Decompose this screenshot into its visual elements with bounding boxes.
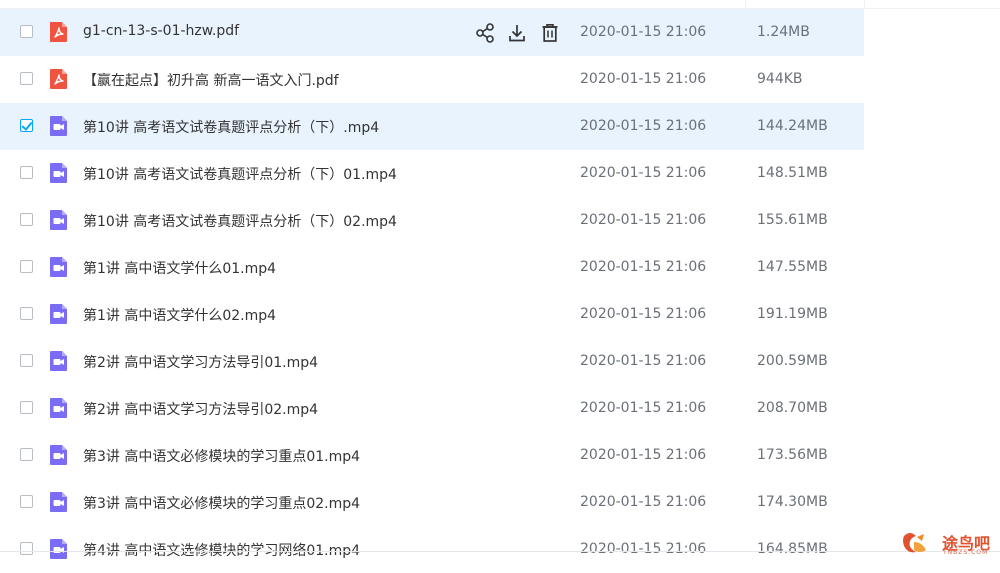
video-file-icon [49, 350, 69, 372]
file-modified-date: 2020-01-15 21:06 [580, 494, 707, 510]
video-file-icon [49, 209, 69, 231]
share-icon[interactable] [474, 22, 496, 44]
file-name[interactable]: 第1讲 高中语文学什么02.mp4 [83, 305, 276, 325]
file-row[interactable]: 第10讲 高考语文试卷真题评点分析（下）.mp4 2020-01-15 21:06… [0, 103, 864, 150]
file-name[interactable]: 第3讲 高中语文必修模块的学习重点02.mp4 [83, 493, 360, 513]
video-file-icon [49, 397, 69, 419]
video-file-icon [49, 303, 69, 325]
file-modified-date: 2020-01-15 21:06 [580, 24, 707, 40]
row-checkbox[interactable] [20, 119, 33, 132]
row-actions [474, 22, 564, 44]
file-size: 174.30MB [757, 494, 828, 510]
file-size: 144.24MB [757, 118, 828, 134]
file-size: 147.55MB [757, 259, 828, 275]
column-divider [745, 0, 746, 8]
file-modified-date: 2020-01-15 21:06 [580, 353, 707, 369]
row-checkbox[interactable] [20, 166, 33, 179]
file-row[interactable]: 第4讲 高中语文选修模块的学习网络01.mp4 2020-01-15 21:06 1… [0, 526, 864, 573]
pdf-file-icon [49, 21, 69, 43]
file-name[interactable]: 第2讲 高中语文学习方法导引01.mp4 [83, 352, 318, 372]
file-modified-date: 2020-01-15 21:06 [580, 447, 707, 463]
file-row[interactable]: g1-cn-13-s-01-hzw.pdf 2020-01-15 21:06 1.2… [0, 9, 864, 56]
video-file-icon [49, 538, 69, 560]
file-name[interactable]: 第10讲 高考语文试卷真题评点分析（下）01.mp4 [83, 164, 397, 184]
file-size: 173.56MB [757, 447, 828, 463]
file-name[interactable]: 第10讲 高考语文试卷真题评点分析（下）02.mp4 [83, 211, 397, 231]
row-checkbox[interactable] [20, 448, 33, 461]
file-modified-date: 2020-01-15 21:06 [580, 212, 707, 228]
file-name[interactable]: 第3讲 高中语文必修模块的学习重点01.mp4 [83, 446, 360, 466]
watermark-logo: 途鸟吧 TNBZS.COM [900, 528, 996, 558]
row-checkbox[interactable] [20, 542, 33, 555]
video-file-icon [49, 162, 69, 184]
file-size: 208.70MB [757, 400, 828, 416]
file-size: 164.85MB [757, 541, 828, 557]
file-modified-date: 2020-01-15 21:06 [580, 71, 707, 87]
file-modified-date: 2020-01-15 21:06 [580, 400, 707, 416]
file-size: 191.19MB [757, 306, 828, 322]
file-name[interactable]: 第2讲 高中语文学习方法导引02.mp4 [83, 399, 318, 419]
file-row[interactable]: 第1讲 高中语文学什么02.mp4 2020-01-15 21:06 191.19M… [0, 291, 864, 338]
file-size: 944KB [757, 71, 803, 87]
row-checkbox[interactable] [20, 401, 33, 414]
pdf-file-icon [49, 68, 69, 90]
watermark-bird-icon [903, 533, 926, 553]
video-file-icon [49, 256, 69, 278]
file-modified-date: 2020-01-15 21:06 [580, 306, 707, 322]
video-file-icon [49, 444, 69, 466]
file-name[interactable]: 第1讲 高中语文学什么01.mp4 [83, 258, 276, 278]
file-modified-date: 2020-01-15 21:06 [580, 541, 707, 557]
row-checkbox[interactable] [20, 72, 33, 85]
file-size: 200.59MB [757, 353, 828, 369]
file-row[interactable]: 第3讲 高中语文必修模块的学习重点01.mp4 2020-01-15 21:06 1… [0, 432, 864, 479]
file-modified-date: 2020-01-15 21:06 [580, 118, 707, 134]
row-checkbox[interactable] [20, 25, 33, 38]
file-row[interactable]: 第10讲 高考语文试卷真题评点分析（下）01.mp4 2020-01-15 21:… [0, 150, 864, 197]
file-size: 1.24MB [757, 24, 810, 40]
watermark-subtext: TNBZS.COM [943, 549, 989, 556]
file-name[interactable]: g1-cn-13-s-01-hzw.pdf [83, 23, 239, 39]
file-name[interactable]: 【赢在起点】初升高 新高一语文入门.pdf [83, 70, 339, 90]
file-row[interactable]: 第2讲 高中语文学习方法导引01.mp4 2020-01-15 21:06 200.… [0, 338, 864, 385]
delete-icon[interactable] [539, 22, 561, 44]
file-size: 155.61MB [757, 212, 828, 228]
file-row[interactable]: 第2讲 高中语文学习方法导引02.mp4 2020-01-15 21:06 208.… [0, 385, 864, 432]
file-row[interactable]: 【赢在起点】初升高 新高一语文入门.pdf 2020-01-15 21:06 944… [0, 56, 864, 103]
row-checkbox[interactable] [20, 354, 33, 367]
row-checkbox[interactable] [20, 213, 33, 226]
row-checkbox[interactable] [20, 495, 33, 508]
file-modified-date: 2020-01-15 21:06 [580, 165, 707, 181]
file-list: g1-cn-13-s-01-hzw.pdf 2020-01-15 21:06 1.2… [0, 9, 864, 573]
column-divider [864, 0, 865, 8]
column-header-edge [0, 0, 1000, 9]
file-row[interactable]: 第10讲 高考语文试卷真题评点分析（下）02.mp4 2020-01-15 21:… [0, 197, 864, 244]
row-checkbox[interactable] [20, 307, 33, 320]
file-size: 148.51MB [757, 165, 828, 181]
video-file-icon [49, 115, 69, 137]
row-checkbox[interactable] [20, 260, 33, 273]
file-name[interactable]: 第4讲 高中语文选修模块的学习网络01.mp4 [83, 540, 360, 560]
file-name[interactable]: 第10讲 高考语文试卷真题评点分析（下）.mp4 [83, 117, 379, 137]
video-file-icon [49, 491, 69, 513]
horizontal-scrollbar[interactable] [0, 551, 1000, 552]
file-modified-date: 2020-01-15 21:06 [580, 259, 707, 275]
file-row[interactable]: 第1讲 高中语文学什么01.mp4 2020-01-15 21:06 147.55M… [0, 244, 864, 291]
download-icon[interactable] [506, 22, 528, 44]
file-row[interactable]: 第3讲 高中语文必修模块的学习重点02.mp4 2020-01-15 21:06 1… [0, 479, 864, 526]
